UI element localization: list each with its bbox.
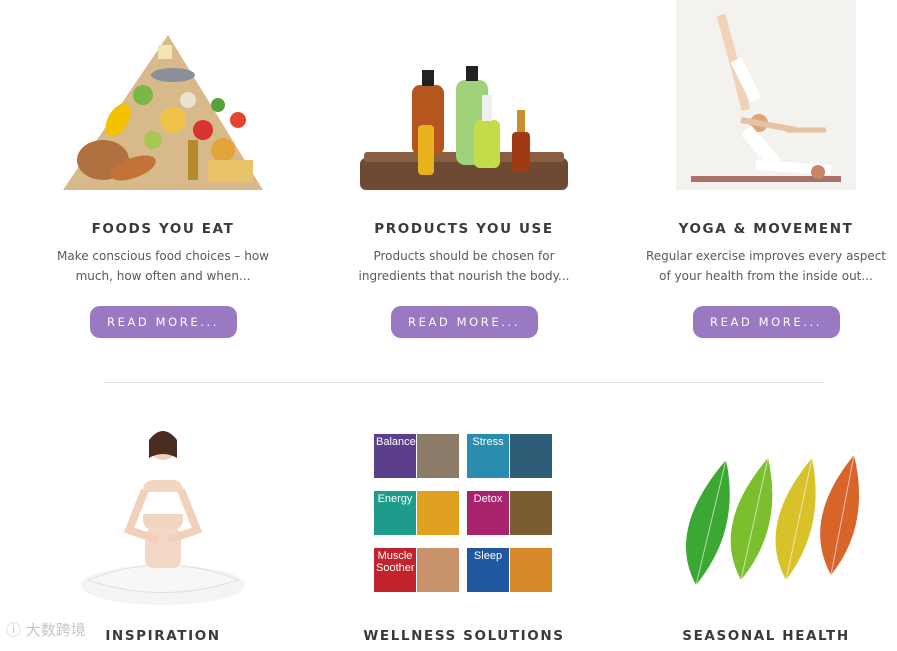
card-title: SEASONAL HEALTH [682,628,850,644]
tile-stress: Stress [467,434,509,478]
tile-photo [417,434,459,478]
card-yoga: YOGA & MOVEMENT Regular exercise improve… [636,0,896,338]
yoga-image[interactable] [636,0,896,200]
card-description: Products should be chosen for ingredient… [358,249,570,283]
tile-photo [510,491,552,535]
card-foods: FOODS YOU EAT Make conscious food choice… [33,0,293,338]
tile-label: Detox [473,493,503,505]
tile-detox: Detox [467,491,509,535]
card-title: YOGA & MOVEMENT [678,221,854,237]
watermark-logo: ⓘ 大数跨境 [6,619,86,640]
tile-photo [510,548,552,592]
card-title: WELLNESS SOLUTIONS [363,628,565,644]
card-description: Make conscious food choices – how much, … [56,249,269,283]
tile-label: Muscle Soother [376,550,415,574]
watermark-icon: ⓘ [6,621,26,639]
read-more-button[interactable]: READ MORE... [692,306,840,338]
card-products: PRODUCTS YOU USE Products should be chos… [334,0,594,338]
read-more-button[interactable]: READ MORE... [390,306,538,338]
meditation-image[interactable] [33,420,293,618]
tile-balance: Balance [374,434,416,478]
tile-muscle-soother: Muscle Soother [374,548,416,592]
tile-photo [510,434,552,478]
wellness-products-image[interactable]: Balance Stress Energy Detox Muscle Sooth… [334,420,594,618]
tile-sleep: Sleep [467,548,509,592]
card-title: FOODS YOU EAT [91,221,235,237]
section-divider [104,382,824,383]
card-inspiration: INSPIRATION [33,420,293,644]
products-image[interactable] [334,0,594,200]
watermark-text: 大数跨境 [25,621,86,639]
tile-label: Sleep [473,550,503,562]
card-description: Regular exercise improves every aspect o… [646,249,887,283]
tile-photo [417,491,459,535]
card-wellness: Balance Stress Energy Detox Muscle Sooth… [334,420,594,644]
tile-label: Energy [377,493,413,505]
card-seasonal: SEASONAL HEALTH [636,420,896,644]
food-pyramid-image[interactable] [33,0,293,200]
card-title: PRODUCTS YOU USE [374,221,554,237]
tile-photo [417,548,459,592]
tile-label: Stress [472,436,504,448]
tile-label: Balance [376,436,416,448]
leaves-image[interactable] [636,420,896,618]
tile-energy: Energy [374,491,416,535]
read-more-button[interactable]: READ MORE... [89,306,237,338]
